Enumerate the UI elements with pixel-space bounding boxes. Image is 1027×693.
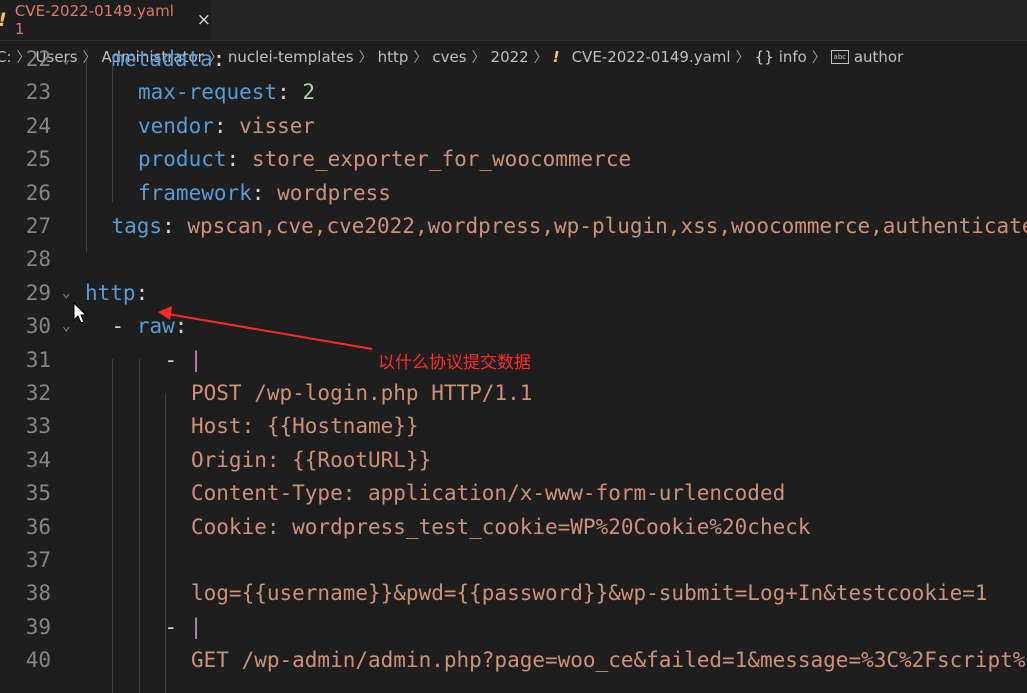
mouse-cursor-icon — [73, 301, 88, 324]
